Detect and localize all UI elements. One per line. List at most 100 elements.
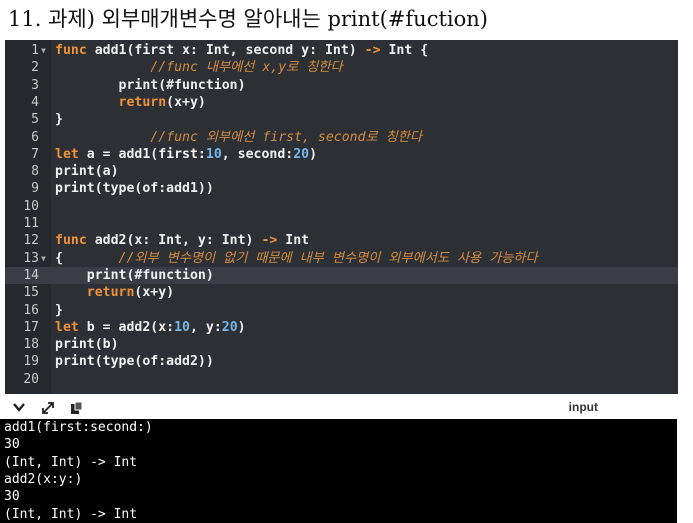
code-line[interactable]: 18 print(b) xyxy=(5,336,678,353)
code-text: { //외부 변수명이 없기 때문에 내부 변수명이 외부에서도 사용 가능하다 xyxy=(55,250,538,267)
line-number: 16 xyxy=(23,302,39,318)
code-text: print(a) xyxy=(55,163,119,180)
code-line[interactable]: 19 print(type(of:add2)) xyxy=(5,353,678,370)
code-token: , y: xyxy=(190,319,222,335)
code-text: //func 외부에선 first, second로 칭한다 xyxy=(55,129,422,146)
code-line[interactable]: 8 print(a) xyxy=(5,163,678,180)
code-text: //func 내부에선 x,y로 칭한다 xyxy=(55,59,343,76)
fold-arrow-icon[interactable]: ▼ xyxy=(41,250,46,267)
line-number: 11 xyxy=(23,216,39,231)
line-number: 13 xyxy=(23,250,39,266)
code-token: } xyxy=(55,112,63,128)
code-line[interactable]: 11 xyxy=(5,215,678,232)
code-token: { xyxy=(55,250,63,266)
code-token: print(#function) xyxy=(55,77,246,93)
code-line[interactable]: 4 return(x+y) xyxy=(5,94,678,111)
code-line[interactable]: 17 let b = add2(x:10, y:20) xyxy=(5,319,678,336)
code-token: print(type(of:add2)) xyxy=(55,354,214,370)
code-line[interactable]: 7 let a = add1(first:10, second:20) xyxy=(5,146,678,163)
console-output-line: 30 xyxy=(4,437,20,453)
code-token: 20 xyxy=(221,319,238,335)
code-text: } xyxy=(55,111,63,128)
code-token: a = add1(first: xyxy=(78,146,206,162)
code-line[interactable]: 13 ▼ { //외부 변수명이 없기 때문에 내부 변수명이 외부에서도 사용 가… xyxy=(5,250,678,267)
code-token: print(type(of:add1)) xyxy=(55,181,214,197)
code-token: , second: xyxy=(221,146,294,162)
code-comment: //func 내부에선 x,y로 칭한다 xyxy=(55,60,343,76)
code-line[interactable]: 1 ▼ func add1(first x: Int, second y: Int)… xyxy=(5,42,678,59)
code-text: print(#function) xyxy=(55,267,214,284)
line-number: 18 xyxy=(23,337,39,353)
page-title: 11. 과제) 외부매개변수명 알아내는 print(#fuction) xyxy=(8,7,488,31)
code-line[interactable]: 3 print(#function) xyxy=(5,77,678,94)
line-number: 4 xyxy=(31,94,39,110)
code-token: print(#function) xyxy=(55,267,214,283)
console-output-line: (Int, Int) -> Int xyxy=(4,454,138,470)
code-token: Int xyxy=(277,233,310,249)
code-text: print(type(of:add2)) xyxy=(55,353,214,370)
line-number: 6 xyxy=(31,129,39,145)
code-token: ) xyxy=(309,146,318,162)
code-token: (x+y) xyxy=(134,285,175,301)
code-text: let a = add1(first:10, second:20) xyxy=(55,146,317,163)
code-line[interactable]: 20 xyxy=(5,371,678,388)
console-toolbar: input xyxy=(5,399,678,419)
code-line[interactable]: 9 print(type(of:add1)) xyxy=(5,180,678,197)
code-editor[interactable]: 1 ▼ func add1(first x: Int, second y: Int)… xyxy=(5,40,678,394)
chevron-down-icon[interactable] xyxy=(13,401,25,417)
code-token: add2(x: Int, y: Int) xyxy=(86,233,262,249)
code-token: add1(first x: Int, second y: Int) xyxy=(86,43,365,58)
input-label[interactable]: input xyxy=(569,400,598,414)
code-text: } xyxy=(55,302,63,319)
code-token: func xyxy=(55,233,87,249)
code-token: Int { xyxy=(380,43,429,58)
console-output-line: add1(first:second:) xyxy=(4,420,153,435)
code-token: print(b) xyxy=(55,337,119,353)
console-output-line: 30 xyxy=(4,489,20,505)
code-line[interactable]: 2 //func 내부에선 x,y로 칭한다 xyxy=(5,59,678,76)
code-token: b = add2(x: xyxy=(78,319,175,335)
code-token: return xyxy=(55,94,167,110)
code-token: ) xyxy=(237,319,246,335)
code-token: let xyxy=(55,319,79,335)
code-line[interactable]: 10 xyxy=(5,198,678,215)
code-token: func xyxy=(55,43,87,58)
code-token: } xyxy=(55,302,63,318)
code-line[interactable]: 6 //func 외부에선 first, second로 칭한다 xyxy=(5,129,678,146)
output-console: add1(first:second:) 30 (Int, Int) -> Int ad… xyxy=(0,419,677,523)
line-number: 10 xyxy=(23,198,39,214)
code-text: let b = add2(x:10, y:20) xyxy=(55,319,246,336)
line-number: 1 xyxy=(31,43,39,58)
code-line[interactable]: 14 print(#function) xyxy=(5,266,678,285)
code-token: 10 xyxy=(174,319,190,335)
line-number: 7 xyxy=(31,146,39,162)
code-token: let xyxy=(55,146,79,162)
code-text: print(b) xyxy=(55,336,119,353)
code-text: return(x+y) xyxy=(55,284,174,301)
line-number: 17 xyxy=(23,319,39,335)
console-output-line: add2(x:y:) xyxy=(4,471,83,487)
code-token: (x+y) xyxy=(166,94,206,110)
code-token: -> xyxy=(364,43,381,58)
line-number: 14 xyxy=(23,267,39,283)
code-line[interactable]: 15 return(x+y) xyxy=(5,284,678,301)
fold-arrow-icon[interactable]: ▼ xyxy=(41,42,46,59)
code-text: print(type(of:add1)) xyxy=(55,180,214,197)
line-number: 2 xyxy=(31,60,39,76)
console-output-line: (Int, Int) -> Int xyxy=(4,506,138,522)
code-text: return(x+y) xyxy=(55,94,206,111)
paste-icon[interactable] xyxy=(69,401,83,419)
expand-icon[interactable] xyxy=(41,401,55,419)
code-line[interactable]: 12 func add2(x: Int, y: Int) -> Int xyxy=(5,232,678,249)
code-text: print(#function) xyxy=(55,77,246,94)
line-number: 8 xyxy=(31,164,39,180)
line-number: 9 xyxy=(31,181,39,197)
code-token: 10 xyxy=(205,146,222,162)
code-line[interactable]: 16} xyxy=(5,302,678,319)
line-number: 15 xyxy=(23,285,39,301)
code-text: func add2(x: Int, y: Int) -> Int xyxy=(55,232,309,249)
code-token: -> xyxy=(261,233,278,249)
line-number: 12 xyxy=(23,233,39,249)
code-line[interactable]: 5} xyxy=(5,111,678,128)
line-number: 3 xyxy=(31,77,39,93)
